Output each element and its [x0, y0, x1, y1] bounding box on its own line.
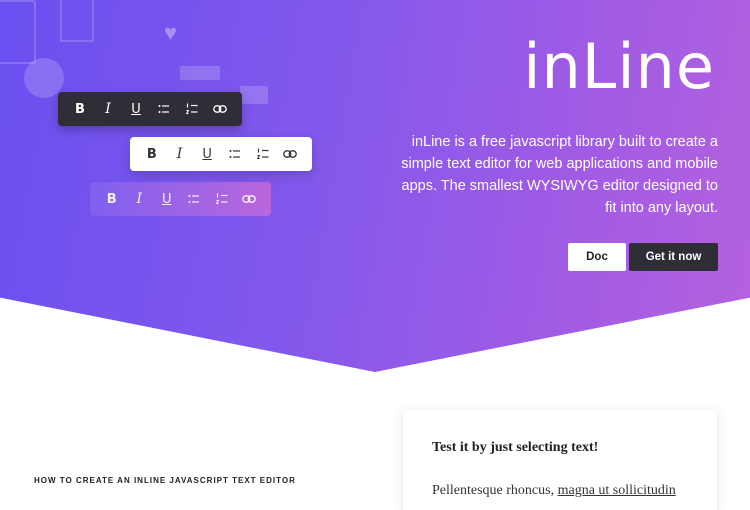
bullet-list-icon[interactable]: [221, 137, 249, 171]
underline-icon[interactable]: U: [193, 137, 221, 171]
italic-icon[interactable]: I: [126, 182, 154, 216]
italic-icon[interactable]: I: [94, 92, 122, 126]
bold-glyph: B: [75, 101, 85, 117]
bold-icon[interactable]: B: [138, 137, 166, 171]
doc-button[interactable]: Doc: [568, 243, 626, 271]
hero-description: inLine is a free javascript library buil…: [401, 134, 718, 216]
decorative-circle-icon: [24, 58, 64, 98]
logo-title: inLine: [523, 30, 715, 103]
underline-icon[interactable]: U: [122, 92, 150, 126]
numbered-list-icon[interactable]: [178, 92, 206, 126]
demo-editor-card[interactable]: Test it by just selecting text! Pellente…: [403, 410, 717, 510]
bold-glyph: B: [146, 146, 157, 162]
link-icon[interactable]: [236, 182, 264, 216]
decorative-frame-icon: [60, 0, 94, 42]
bold-glyph: B: [106, 191, 117, 207]
toolbar-light: B I U: [130, 137, 312, 171]
numbered-list-icon[interactable]: [208, 182, 236, 216]
link-icon[interactable]: [276, 137, 304, 171]
toolbar-glass: B I U: [90, 182, 271, 216]
toolbar-dark: B I U: [58, 92, 242, 126]
italic-glyph: I: [176, 146, 183, 162]
link-icon[interactable]: [206, 92, 234, 126]
bullet-list-icon[interactable]: [150, 92, 178, 126]
demo-text-link[interactable]: magna ut sollicitudin: [558, 483, 676, 498]
bold-icon[interactable]: B: [66, 92, 94, 126]
italic-glyph: I: [136, 191, 143, 207]
get-it-now-button[interactable]: Get it now: [629, 243, 718, 271]
bold-icon[interactable]: B: [98, 182, 126, 216]
demo-text-plain: Pellentesque rhoncus,: [432, 483, 558, 498]
decorative-document-icon: [0, 0, 36, 64]
underline-glyph: U: [161, 191, 172, 207]
underline-glyph: U: [202, 146, 212, 162]
hero-section: ♥ B I U B I U B I U inLine inLine is a f…: [0, 0, 750, 372]
demo-text[interactable]: Pellentesque rhoncus, magna ut sollicitu…: [432, 483, 676, 499]
bullet-list-icon[interactable]: [181, 182, 209, 216]
underline-icon[interactable]: U: [153, 182, 181, 216]
decorative-heart-icon: ♥: [164, 20, 178, 45]
section-heading: HOW TO CREATE AN INLINE JAVASCRIPT TEXT …: [34, 476, 296, 485]
demo-title: Test it by just selecting text!: [432, 440, 599, 455]
decorative-card-icon: [240, 86, 268, 104]
decorative-card-icon: [180, 66, 220, 80]
italic-glyph: I: [105, 101, 111, 117]
numbered-list-icon[interactable]: [249, 137, 277, 171]
italic-icon[interactable]: I: [166, 137, 194, 171]
underline-glyph: U: [131, 101, 141, 117]
